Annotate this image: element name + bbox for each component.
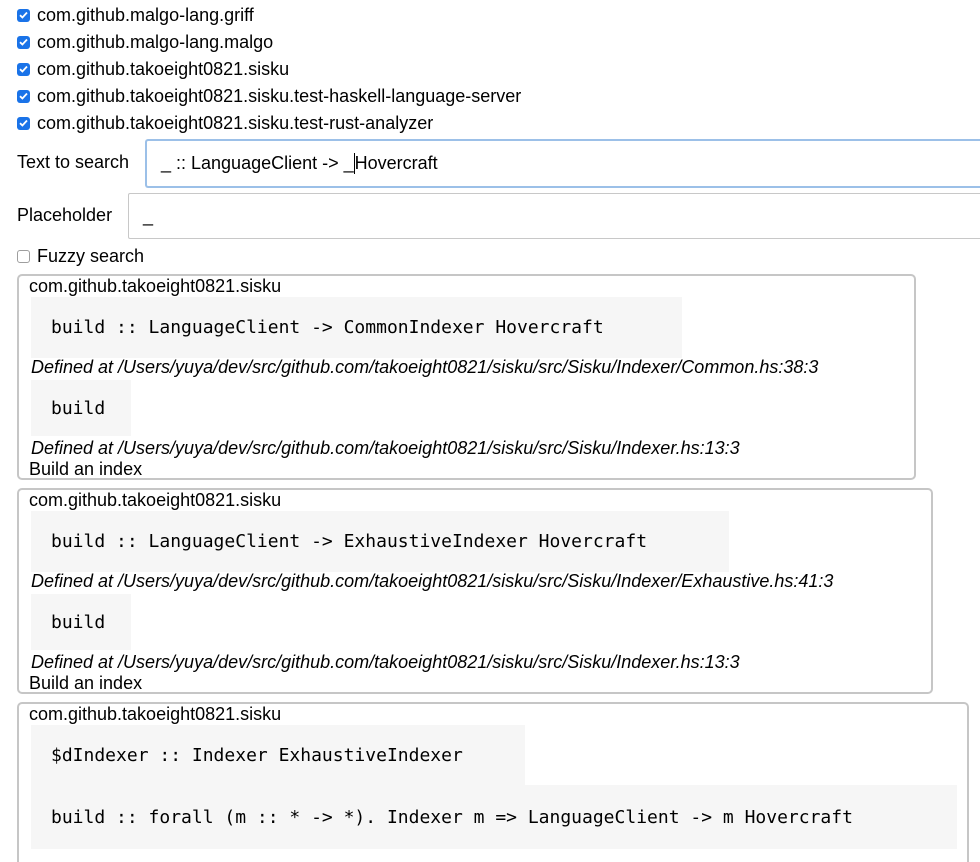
- package-filter-item[interactable]: com.github.takoeight0821.sisku: [17, 58, 289, 80]
- result-declaration-defined-at: Defined at /Users/yuya/dev/src/github.co…: [31, 438, 740, 458]
- result-card: com.github.takoeight0821.sisku build :: …: [17, 274, 916, 480]
- fuzzy-search-toggle[interactable]: Fuzzy search: [17, 245, 144, 267]
- result-defined-at: Defined at /Users/yuya/dev/src/github.co…: [31, 571, 834, 591]
- search-input-value: _ :: LanguageClient -> _: [161, 153, 354, 173]
- result-package: com.github.takoeight0821.sisku: [29, 276, 282, 296]
- result-package: com.github.takoeight0821.sisku: [29, 704, 282, 724]
- result-signature: build :: LanguageClient -> ExhaustiveInd…: [31, 511, 729, 572]
- search-input[interactable]: _ :: LanguageClient -> _ Hovercraft: [145, 139, 980, 188]
- result-defined-at: Defined at /Users/yuya/dev/src/github.co…: [31, 357, 819, 377]
- checkbox-checked-icon[interactable]: [17, 89, 30, 103]
- fuzzy-search-label: Fuzzy search: [37, 245, 145, 266]
- package-filter-item[interactable]: com.github.malgo-lang.malgo: [17, 31, 273, 53]
- checkbox-checked-icon[interactable]: [17, 8, 30, 22]
- package-filter-label: com.github.takoeight0821.sisku.test-hask…: [37, 85, 522, 106]
- result-package: com.github.takoeight0821.sisku: [29, 490, 282, 510]
- checkbox-checked-icon[interactable]: [17, 62, 30, 76]
- package-filter-label: com.github.takoeight0821.sisku.test-rust…: [37, 112, 434, 133]
- placeholder-label: Placeholder: [17, 205, 113, 225]
- result-card: com.github.takoeight0821.sisku build :: …: [17, 488, 933, 694]
- package-filter-item[interactable]: com.github.takoeight0821.sisku.test-rust…: [17, 112, 433, 134]
- checkbox-checked-icon[interactable]: [17, 116, 30, 130]
- package-filter-label: com.github.takoeight0821.sisku: [37, 58, 290, 79]
- search-input-value-rest: Hovercraft: [354, 153, 438, 173]
- search-label: Text to search: [17, 152, 130, 172]
- placeholder-input-value: _: [143, 205, 154, 226]
- package-filter-label: com.github.malgo-lang.griff: [37, 4, 254, 25]
- result-signature-2: build :: forall (m :: * -> *). Indexer m…: [31, 785, 957, 849]
- result-card: com.github.takoeight0821.sisku $dIndexer…: [17, 702, 969, 862]
- package-filter-label: com.github.malgo-lang.malgo: [37, 31, 274, 52]
- result-declaration: build: [31, 594, 131, 650]
- result-signature: $dIndexer :: Indexer ExhaustiveIndexer: [31, 725, 525, 785]
- package-filter-item[interactable]: com.github.malgo-lang.griff: [17, 4, 254, 26]
- package-filter-item[interactable]: com.github.takoeight0821.sisku.test-hask…: [17, 85, 521, 107]
- checkbox-checked-icon[interactable]: [17, 35, 30, 49]
- checkbox-unchecked-icon[interactable]: [17, 249, 30, 263]
- result-doc: Build an index: [29, 673, 143, 693]
- result-signature: build :: LanguageClient -> CommonIndexer…: [31, 297, 682, 358]
- placeholder-input[interactable]: _: [128, 193, 980, 239]
- result-declaration-defined-at: Defined at /Users/yuya/dev/src/github.co…: [31, 652, 740, 672]
- result-declaration: build: [31, 380, 131, 436]
- result-doc: Build an index: [29, 459, 143, 479]
